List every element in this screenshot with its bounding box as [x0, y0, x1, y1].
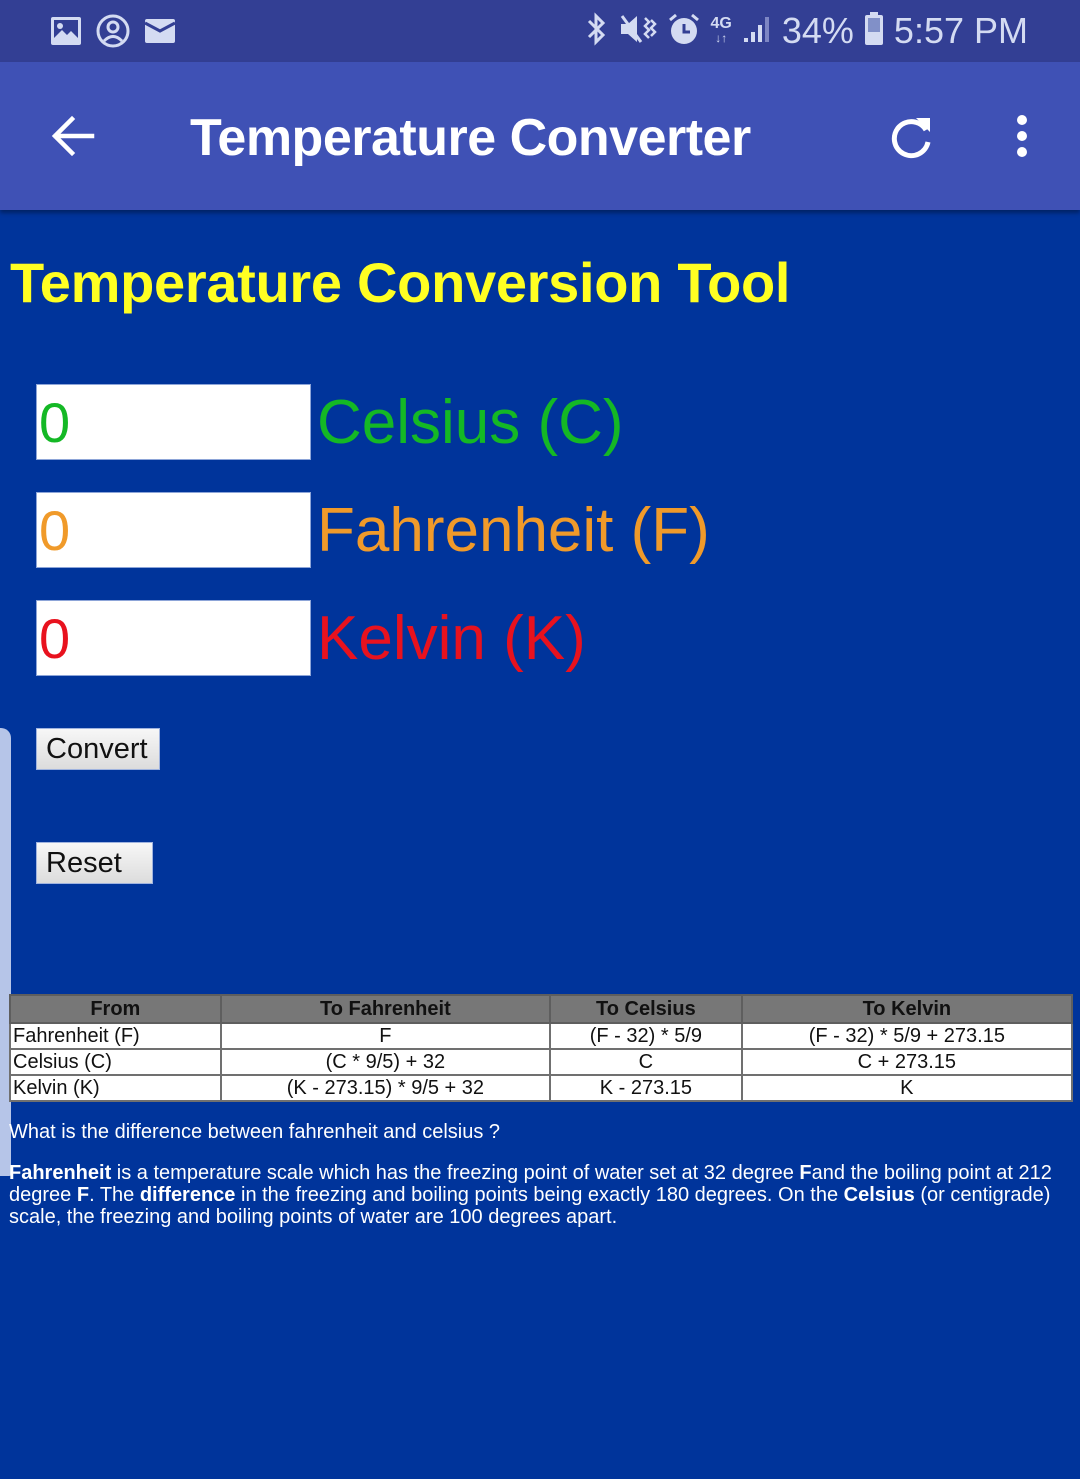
- table-cell: (F - 32) * 5/9 + 273.15: [740, 1022, 1074, 1050]
- faq-answer: Fahrenheit is a temperature scale which …: [9, 1162, 1074, 1228]
- answer-text: . The: [89, 1184, 140, 1206]
- table-cell: Celsius (C): [9, 1048, 222, 1076]
- celsius-input[interactable]: [36, 384, 311, 460]
- header-to-fahrenheit: To Fahrenheit: [219, 994, 552, 1024]
- fahrenheit-label: Fahrenheit (F): [317, 495, 710, 565]
- table-cell: K: [740, 1074, 1074, 1102]
- app-title: Temperature Converter: [190, 109, 751, 167]
- bluetooth-icon: [585, 11, 609, 52]
- celsius-label: Celsius (C): [317, 387, 624, 457]
- overflow-menu-button[interactable]: [1002, 112, 1042, 164]
- status-bar: 4G ↓↑ 34% 5:57 PM: [0, 0, 1080, 62]
- page-heading: Temperature Conversion Tool: [10, 251, 791, 314]
- answer-bold-f: F: [799, 1162, 812, 1184]
- reset-button[interactable]: Reset: [36, 842, 153, 884]
- kelvin-input[interactable]: [36, 600, 311, 676]
- table-cell: F: [219, 1022, 552, 1050]
- header-from: From: [9, 994, 222, 1024]
- account-circle-icon: [96, 14, 130, 53]
- network-type-label: 4G: [710, 15, 732, 32]
- arrow-back-icon: [51, 115, 95, 157]
- kelvin-label: Kelvin (K): [317, 603, 586, 673]
- back-button[interactable]: [48, 110, 100, 162]
- answer-bold-fahrenheit: Fahrenheit: [9, 1162, 112, 1184]
- fahrenheit-input[interactable]: [36, 492, 311, 568]
- answer-text: is a temperature scale which has the fre…: [111, 1162, 800, 1184]
- more-vert-icon: [1017, 115, 1027, 157]
- answer-text: in the freezing and boiling points being…: [235, 1184, 844, 1206]
- table-cell: K - 273.15: [549, 1074, 743, 1102]
- scrollbar[interactable]: [0, 728, 11, 1176]
- alarm-icon: [667, 12, 701, 51]
- fahrenheit-row: Fahrenheit (F): [36, 492, 710, 568]
- table-cell: (C * 9/5) + 32: [219, 1048, 552, 1076]
- table-cell: C + 273.15: [740, 1048, 1074, 1076]
- table-cell: Fahrenheit (F): [9, 1022, 222, 1050]
- conversion-formula-table: From To Fahrenheit To Celsius To Kelvin …: [9, 994, 1074, 1102]
- refresh-button[interactable]: [886, 112, 938, 164]
- table-row: Celsius (C) (C * 9/5) + 32 C C + 273.15: [9, 1048, 1074, 1076]
- system-status: 4G ↓↑ 34% 5:57 PM: [585, 10, 1028, 52]
- answer-bold-difference: difference: [139, 1184, 236, 1206]
- table-cell: Kelvin (K): [9, 1074, 222, 1102]
- table-header-row: From To Fahrenheit To Celsius To Kelvin: [9, 994, 1074, 1024]
- battery-icon: [864, 11, 884, 51]
- notification-icons: [50, 14, 176, 53]
- header-to-celsius: To Celsius: [549, 994, 743, 1024]
- faq-question: What is the difference between fahrenhei…: [9, 1121, 501, 1143]
- clock: 5:57 PM: [893, 10, 1028, 51]
- 4g-data-icon: 4G ↓↑: [710, 15, 732, 46]
- table-cell: C: [549, 1048, 743, 1076]
- table-row: Fahrenheit (F) F (F - 32) * 5/9 (F - 32)…: [9, 1022, 1074, 1050]
- battery-percent: 34%: [781, 10, 854, 51]
- table-cell: (F - 32) * 5/9: [549, 1022, 743, 1050]
- app-bar: Temperature Converter: [0, 62, 1080, 210]
- table-cell: (K - 273.15) * 9/5 + 32: [219, 1074, 552, 1102]
- header-to-kelvin: To Kelvin: [740, 994, 1074, 1024]
- table-row: Kelvin (K) (K - 273.15) * 9/5 + 32 K - 2…: [9, 1074, 1074, 1102]
- convert-button[interactable]: Convert: [36, 728, 160, 770]
- refresh-icon: [891, 118, 931, 159]
- vibrate-mute-icon: [619, 12, 657, 51]
- gallery-icon: [50, 16, 82, 51]
- mail-icon: [144, 18, 176, 49]
- kelvin-row: Kelvin (K): [36, 600, 586, 676]
- answer-bold-f: F: [76, 1184, 90, 1206]
- celsius-row: Celsius (C): [36, 384, 624, 460]
- signal-icon: [742, 14, 772, 49]
- answer-bold-celsius: Celsius: [843, 1184, 915, 1206]
